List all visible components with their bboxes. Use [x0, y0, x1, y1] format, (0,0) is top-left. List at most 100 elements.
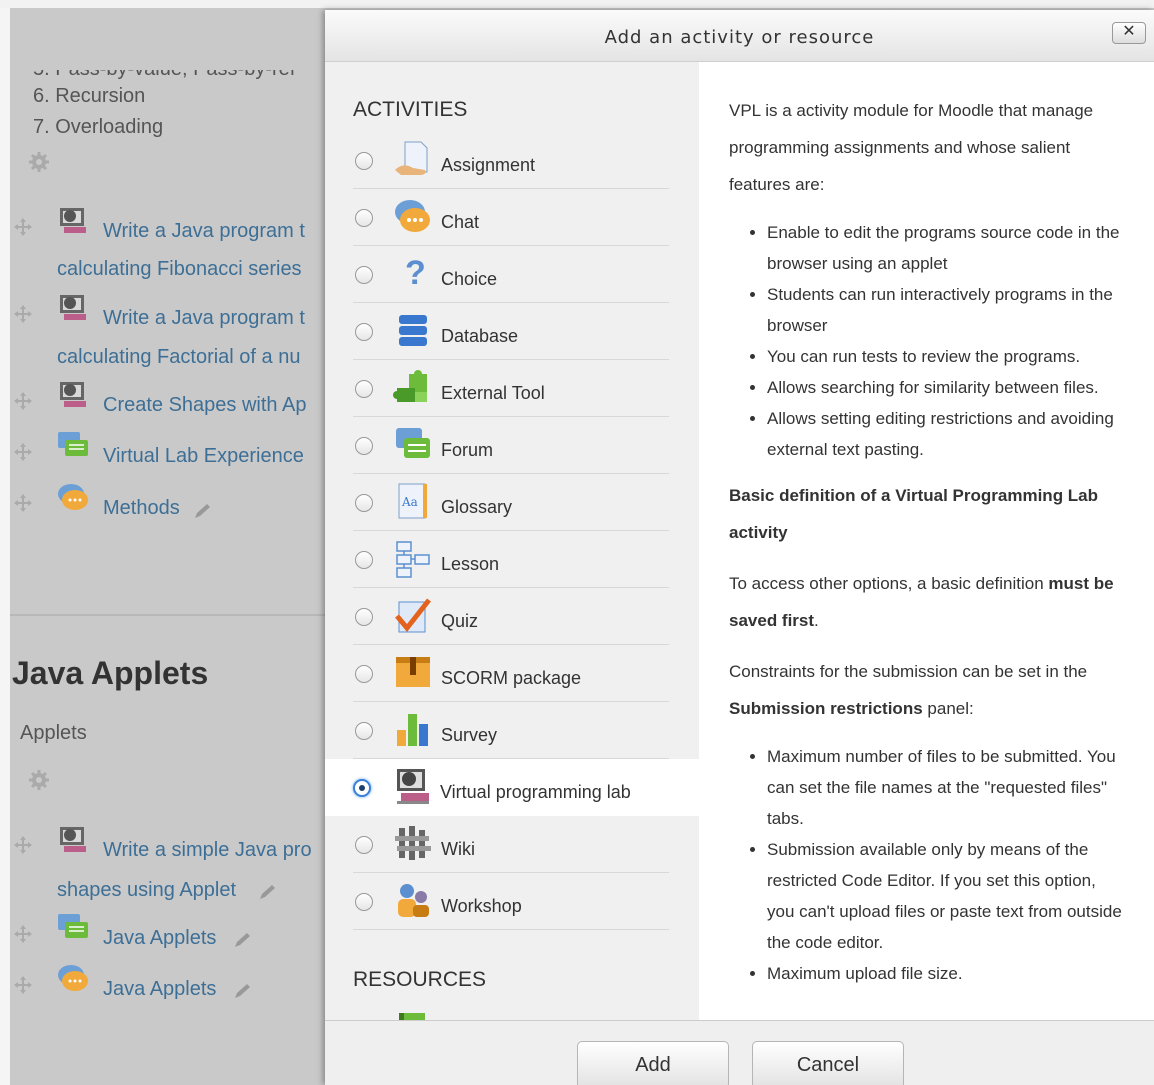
- activity-link[interactable]: Write a Java program t: [103, 307, 305, 330]
- restrictions-list: Maximum number of files to be submitted.…: [767, 741, 1126, 989]
- option-external-tool[interactable]: External Tool: [353, 360, 669, 417]
- forum-icon: [396, 428, 430, 458]
- module-options-list[interactable]: ACTIVITIES Assignment Chat ? Choice Data…: [325, 62, 699, 1020]
- gear-icon[interactable]: [28, 769, 50, 791]
- svg-text:Aa: Aa: [401, 495, 418, 509]
- list-item-partial: 5. Pass-by-value, Pass-by-ref: [33, 58, 296, 80]
- radio-button[interactable]: [355, 209, 373, 227]
- activity-link[interactable]: Java Applets: [103, 978, 216, 1001]
- activity-link[interactable]: calculating Factorial of a nu: [57, 346, 300, 369]
- edit-pencil-icon[interactable]: [193, 502, 213, 520]
- radio-button[interactable]: [355, 893, 373, 911]
- radio-button[interactable]: [355, 608, 373, 626]
- move-icon[interactable]: [14, 836, 32, 854]
- option-virtual-programming-lab[interactable]: Virtual programming lab: [325, 759, 699, 816]
- feature-list: Enable to edit the programs source code …: [767, 217, 1126, 465]
- add-activity-dialog: Add an activity or resource ✕ ACTIVITIES…: [325, 10, 1154, 1085]
- option-wiki[interactable]: Wiki: [353, 816, 669, 873]
- option-glossary[interactable]: Aa Glossary: [353, 474, 669, 531]
- move-icon[interactable]: [14, 925, 32, 943]
- activity-link[interactable]: Write a simple Java pro: [103, 839, 312, 862]
- quiz-icon: [395, 598, 431, 633]
- move-icon[interactable]: [14, 392, 32, 410]
- feature-item: Students can run interactively programs …: [767, 279, 1126, 341]
- move-icon[interactable]: [14, 218, 32, 236]
- section-divider: [10, 614, 340, 616]
- feature-item: Allows searching for similarity between …: [767, 372, 1126, 403]
- lesson-icon: [396, 541, 430, 578]
- radio-button[interactable]: [355, 266, 373, 284]
- move-icon[interactable]: [14, 976, 32, 994]
- chat-icon: [58, 965, 88, 991]
- option-database[interactable]: Database: [353, 303, 669, 360]
- vpl-icon: [60, 208, 86, 233]
- book-icon: [399, 1013, 425, 1020]
- svg-text:?: ?: [405, 254, 426, 292]
- radio-button[interactable]: [355, 836, 373, 854]
- restriction-item: Maximum upload file size.: [767, 958, 1126, 989]
- workshop-icon: [398, 884, 429, 917]
- feature-item: Allows setting editing restrictions and …: [767, 403, 1126, 465]
- chat-icon: [58, 484, 88, 510]
- forum-icon: [58, 914, 88, 938]
- edit-pencil-icon[interactable]: [258, 883, 278, 901]
- option-survey[interactable]: Survey: [353, 702, 669, 759]
- radio-button[interactable]: [355, 494, 373, 512]
- external-tool-icon: [393, 370, 427, 402]
- option-forum[interactable]: Forum: [353, 417, 669, 474]
- option-chat[interactable]: Chat: [353, 189, 669, 246]
- edit-pencil-icon[interactable]: [233, 931, 253, 949]
- activity-link[interactable]: Methods: [103, 497, 180, 520]
- gear-icon[interactable]: [28, 151, 50, 173]
- radio-button[interactable]: [355, 380, 373, 398]
- left-strip: [0, 8, 10, 1085]
- activity-link[interactable]: Java Applets: [103, 927, 216, 950]
- activity-link[interactable]: Write a Java program t: [103, 220, 305, 243]
- option-label: Choice: [441, 269, 498, 289]
- restriction-item: Maximum number of files to be submitted.…: [767, 741, 1126, 834]
- dialog-header: Add an activity or resource ✕: [325, 10, 1154, 62]
- radio-button[interactable]: [355, 152, 373, 170]
- radio-button[interactable]: [355, 323, 373, 341]
- activities-heading: ACTIVITIES: [353, 98, 468, 121]
- move-icon[interactable]: [14, 305, 32, 323]
- radio-button-selected[interactable]: [353, 779, 371, 797]
- database-icon: [399, 315, 427, 346]
- option-assignment[interactable]: Assignment: [353, 132, 669, 189]
- activity-link[interactable]: Virtual Lab Experience: [103, 445, 304, 468]
- top-bar: [0, 0, 1154, 8]
- option-label: External Tool: [441, 383, 545, 403]
- cancel-button[interactable]: Cancel: [752, 1041, 904, 1085]
- basic-definition-heading: Basic definition of a Virtual Programmin…: [729, 486, 1099, 542]
- close-button[interactable]: ✕: [1112, 22, 1146, 44]
- radio-button[interactable]: [355, 437, 373, 455]
- option-label: Database: [441, 326, 519, 346]
- option-label: Workshop: [441, 896, 522, 916]
- section-summary: Applets: [20, 722, 87, 744]
- option-quiz[interactable]: Quiz: [353, 588, 669, 645]
- move-icon[interactable]: [14, 443, 32, 461]
- access-paragraph: To access other options, a basic definit…: [729, 574, 1114, 630]
- edit-pencil-icon[interactable]: [233, 982, 253, 1000]
- radio-button[interactable]: [355, 722, 373, 740]
- radio-button[interactable]: [355, 551, 373, 569]
- option-label: Lesson: [441, 554, 500, 574]
- chat-icon: [395, 200, 430, 232]
- option-label: Assignment: [441, 155, 536, 175]
- option-workshop[interactable]: Workshop: [353, 873, 669, 930]
- choice-icon: ?: [405, 254, 426, 292]
- activity-link[interactable]: calculating Fibonacci series: [57, 258, 302, 281]
- activity-link[interactable]: Create Shapes with Ap: [103, 394, 306, 417]
- dialog-footer: Add Cancel: [325, 1020, 1154, 1085]
- description-intro: VPL is a activity module for Moodle that…: [729, 101, 1094, 194]
- add-button[interactable]: Add: [577, 1041, 729, 1085]
- feature-item: You can run tests to review the programs…: [767, 341, 1126, 372]
- vpl-icon: [60, 295, 86, 320]
- assignment-icon: [395, 141, 428, 175]
- activity-link[interactable]: shapes using Applet: [57, 879, 236, 902]
- radio-button[interactable]: [355, 665, 373, 683]
- option-choice[interactable]: ? Choice: [353, 246, 669, 303]
- option-scorm-package[interactable]: SCORM package: [353, 645, 669, 702]
- option-lesson[interactable]: Lesson: [353, 531, 669, 588]
- move-icon[interactable]: [14, 494, 32, 512]
